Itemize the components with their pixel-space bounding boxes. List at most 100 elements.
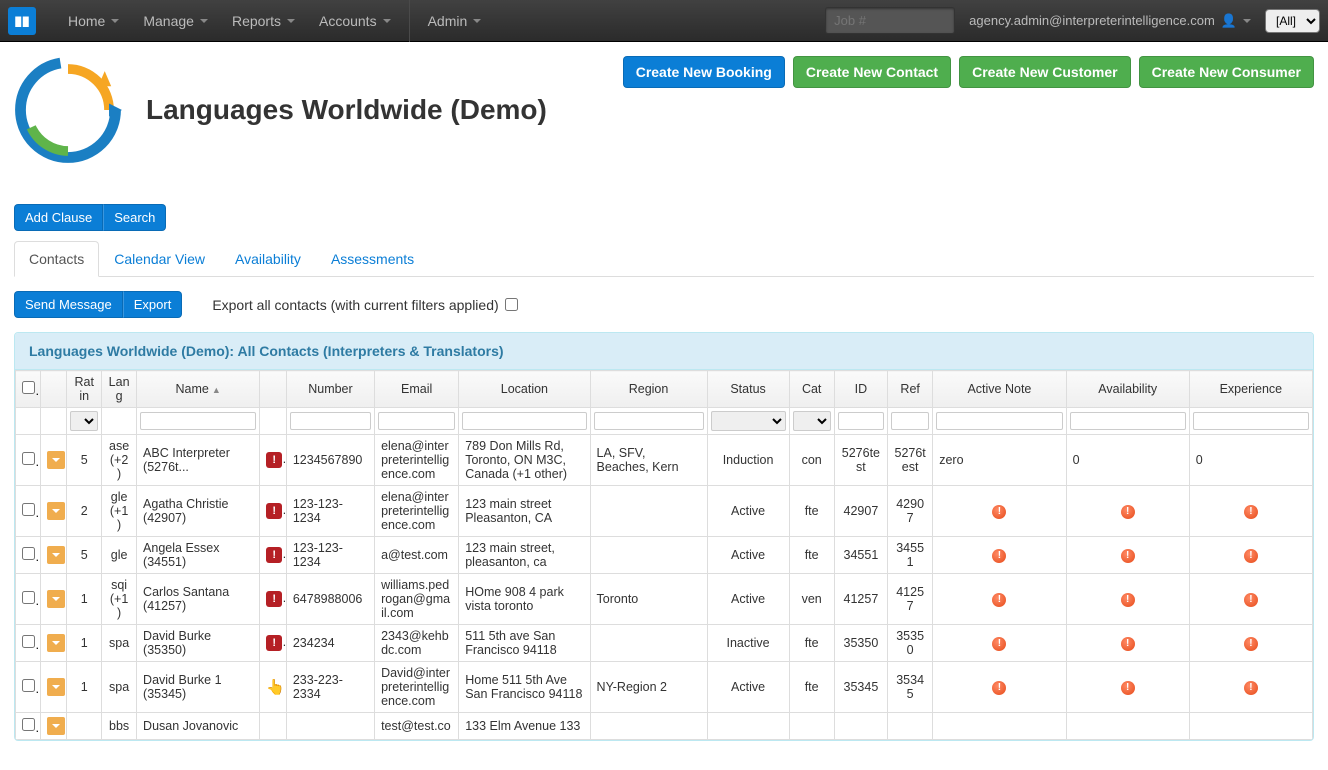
row-select-checkbox[interactable] <box>22 547 35 560</box>
create-new-customer-button[interactable]: Create New Customer <box>959 56 1131 88</box>
row-select-checkbox[interactable] <box>22 635 35 648</box>
col-cat[interactable]: Cat <box>789 371 834 408</box>
table-row: 5gleAngela Essex (34551)!123-123-1234a@t… <box>16 537 1313 574</box>
filter-note[interactable] <box>936 412 1062 430</box>
cell-ref: 41257 <box>888 574 933 625</box>
filter-ref[interactable] <box>891 412 929 430</box>
col-exp[interactable]: Experience <box>1189 371 1312 408</box>
cell-flag: ! <box>260 574 287 625</box>
export-all-checkbox[interactable] <box>505 298 518 311</box>
cell-status: Active <box>707 662 789 713</box>
cell-ref: 5276test <box>888 435 933 486</box>
cell-region <box>590 486 707 537</box>
col-id[interactable]: ID <box>834 371 887 408</box>
hand-icon: 👆 <box>266 679 286 696</box>
nav-manage[interactable]: Manage <box>131 0 220 42</box>
col-lang[interactable]: Lang <box>102 371 137 408</box>
cell-email: 2343@kehbdc.com <box>375 625 459 662</box>
cell-email: williams.pedrogan@gmail.com <box>375 574 459 625</box>
cell-name[interactable]: David Burke (35350) <box>137 625 260 662</box>
top-navbar: Home Manage Reports Accounts Admin agenc… <box>0 0 1328 42</box>
cell-avail: ! <box>1066 537 1189 574</box>
tab-availability[interactable]: Availability <box>220 241 316 276</box>
col-email[interactable]: Email <box>375 371 459 408</box>
select-all-checkbox[interactable] <box>22 381 35 394</box>
col-location[interactable]: Location <box>459 371 590 408</box>
cell-location: 123 main street Pleasanton, CA <box>459 486 590 537</box>
row-menu-button[interactable] <box>47 546 65 564</box>
col-region[interactable]: Region <box>590 371 707 408</box>
cell-name[interactable]: Carlos Santana (41257) <box>137 574 260 625</box>
col-name[interactable]: Name▲ <box>137 371 260 408</box>
row-select-checkbox[interactable] <box>22 591 35 604</box>
chevron-down-icon <box>383 19 391 23</box>
create-new-consumer-button[interactable]: Create New Consumer <box>1139 56 1314 88</box>
export-button[interactable]: Export <box>123 291 183 318</box>
chevron-down-icon <box>52 724 60 728</box>
cell-status: Active <box>707 486 789 537</box>
cell-email: elena@interpreterintelligence.com <box>375 435 459 486</box>
table-row: 2gle (+1)Agatha Christie (42907)!123-123… <box>16 486 1313 537</box>
filter-rating[interactable] <box>70 411 98 431</box>
filter-exp[interactable] <box>1193 412 1309 430</box>
row-menu-button[interactable] <box>47 451 65 469</box>
col-flag <box>260 371 287 408</box>
tab-assessments[interactable]: Assessments <box>316 241 429 276</box>
cell-name[interactable]: David Burke 1 (35345) <box>137 662 260 713</box>
filter-cat[interactable] <box>793 411 831 431</box>
job-number-input[interactable] <box>825 7 955 34</box>
filter-location[interactable] <box>462 412 586 430</box>
row-menu-button[interactable] <box>47 634 65 652</box>
send-message-button[interactable]: Send Message <box>14 291 123 318</box>
page-header: Languages Worldwide (Demo) Create New Bo… <box>14 56 1314 164</box>
filter-number[interactable] <box>290 412 371 430</box>
chevron-down-icon <box>1243 19 1251 23</box>
row-menu-button[interactable] <box>47 502 65 520</box>
scope-select[interactable]: [All] <box>1265 9 1320 33</box>
row-select-checkbox[interactable] <box>22 718 35 731</box>
cell-cat: fte <box>789 625 834 662</box>
user-menu[interactable]: agency.admin@interpreterintelligence.com… <box>969 13 1251 29</box>
col-status[interactable]: Status <box>707 371 789 408</box>
tab-calendar-view[interactable]: Calendar View <box>99 241 220 276</box>
cell-number: 234234 <box>286 625 374 662</box>
col-number[interactable]: Number <box>286 371 374 408</box>
nav-home[interactable]: Home <box>56 0 131 42</box>
row-menu-button[interactable] <box>47 717 65 735</box>
nav-admin[interactable]: Admin <box>416 0 494 42</box>
nav-accounts[interactable]: Accounts <box>307 0 403 42</box>
filter-name[interactable] <box>140 412 256 430</box>
create-new-contact-button[interactable]: Create New Contact <box>793 56 951 88</box>
cell-number: 6478988006 <box>286 574 374 625</box>
row-select-checkbox[interactable] <box>22 503 35 516</box>
cell-rating: 1 <box>67 662 102 713</box>
company-branding: Languages Worldwide (Demo) <box>14 56 547 164</box>
filter-email[interactable] <box>378 412 455 430</box>
filter-region[interactable] <box>594 412 704 430</box>
cell-name[interactable]: Agatha Christie (42907) <box>137 486 260 537</box>
cell-number: 123-123-1234 <box>286 537 374 574</box>
col-avail[interactable]: Availability <box>1066 371 1189 408</box>
cell-rating <box>67 713 102 740</box>
cell-name[interactable]: Angela Essex (34551) <box>137 537 260 574</box>
col-rating[interactable]: Ratin <box>67 371 102 408</box>
tab-contacts[interactable]: Contacts <box>14 241 99 277</box>
cell-id: 34551 <box>834 537 887 574</box>
add-clause-button[interactable]: Add Clause <box>14 204 103 231</box>
col-ref[interactable]: Ref <box>888 371 933 408</box>
filter-id[interactable] <box>838 412 884 430</box>
row-select-checkbox[interactable] <box>22 452 35 465</box>
nav-reports[interactable]: Reports <box>220 0 307 42</box>
cell-name[interactable]: Dusan Jovanovic <box>137 713 260 740</box>
col-note[interactable]: Active Note <box>933 371 1066 408</box>
row-select-checkbox[interactable] <box>22 679 35 692</box>
search-button[interactable]: Search <box>103 204 166 231</box>
cell-name[interactable]: ABC Interpreter (5276t... <box>137 435 260 486</box>
app-logo-icon[interactable] <box>8 7 36 35</box>
cell-note: ! <box>933 486 1066 537</box>
row-menu-button[interactable] <box>47 590 65 608</box>
filter-avail[interactable] <box>1070 412 1186 430</box>
create-new-booking-button[interactable]: Create New Booking <box>623 56 785 88</box>
row-menu-button[interactable] <box>47 678 65 696</box>
filter-status[interactable] <box>711 411 786 431</box>
